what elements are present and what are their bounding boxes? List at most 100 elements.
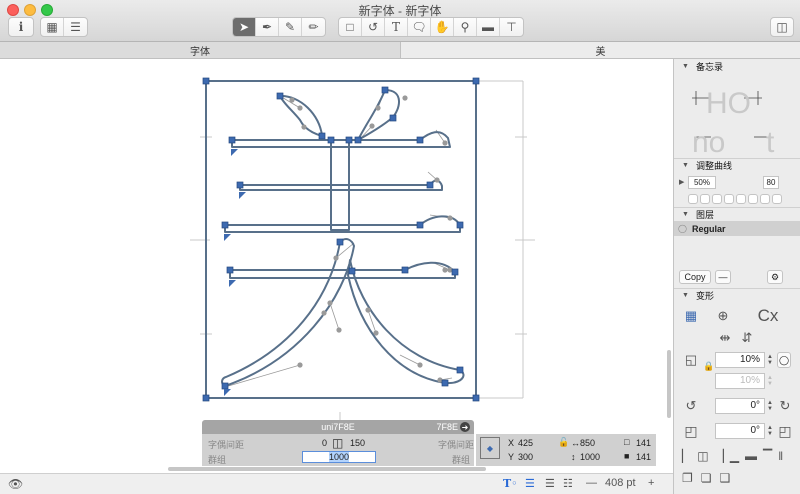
align-top-icon[interactable]: ▔ xyxy=(763,449,772,463)
notes-title: 备忘录 xyxy=(695,61,723,72)
glyph-width-field[interactable]: 1000 xyxy=(302,451,376,463)
lock-icon[interactable]: 🔓 xyxy=(558,437,569,448)
crosshair-icon[interactable]: ⊕ xyxy=(714,307,732,325)
disclosure-triangle-icon[interactable]: ▼ xyxy=(682,211,689,218)
disclosure-triangle-icon[interactable]: ▼ xyxy=(682,162,689,169)
sidebar-toggle-icon[interactable]: ◫ xyxy=(770,17,794,37)
glyph-name[interactable]: uni7F8E xyxy=(321,422,355,432)
lsb-value[interactable]: 0 xyxy=(322,438,327,448)
align-right-icon[interactable]: ☰ xyxy=(545,477,555,490)
preview-eye-icon[interactable]: 👁 xyxy=(8,477,23,491)
tab-font[interactable]: 字体 xyxy=(0,42,401,58)
notes-section-header[interactable]: ▼ 备忘录 xyxy=(674,59,800,73)
align-bottom-icon[interactable]: ▁ xyxy=(730,449,739,463)
zoom-in-button[interactable]: + xyxy=(648,477,654,489)
scale-up-button[interactable]: ◯ xyxy=(777,352,791,368)
transform-section-header[interactable]: ▼ 变形 xyxy=(674,288,800,302)
shape-tools-group: □ ↺ T 🗨 ✋ ⚲ ▬ ⊤ xyxy=(338,17,524,37)
intersect-icon[interactable]: ❑ xyxy=(720,471,731,485)
zoom-out-button[interactable]: — xyxy=(586,477,597,489)
text-tool-icon[interactable]: T xyxy=(385,18,408,36)
scale-vertical-stepper[interactable]: ▲ ▼ xyxy=(766,373,774,389)
measure-tool-icon[interactable]: ▬ xyxy=(477,18,500,36)
flip-horizontal-icon[interactable]: ⇹ xyxy=(718,330,732,345)
selection-height[interactable]: 1000 xyxy=(580,452,600,462)
curve-preset-button[interactable] xyxy=(688,194,698,204)
unicode-value[interactable]: 7F8E xyxy=(436,422,458,432)
slant-left-icon[interactable]: ◰ xyxy=(683,423,699,439)
align-center-h-icon[interactable]: ◫ xyxy=(697,449,708,463)
vertical-scrollbar[interactable] xyxy=(667,350,671,418)
scale-field-vertical[interactable]: 10% xyxy=(715,373,765,389)
pen-tool-icon[interactable]: ✒ xyxy=(256,18,279,36)
zoom-tool-icon[interactable]: ⚲ xyxy=(454,18,477,36)
pencil-tool-icon[interactable]: ✏ xyxy=(302,18,325,36)
disclosure-triangle-icon[interactable]: ▼ xyxy=(682,292,689,299)
grid-view-icon[interactable]: ▦ xyxy=(41,18,64,36)
slant-field[interactable]: 0° xyxy=(715,423,765,439)
curve-preset-button[interactable] xyxy=(748,194,758,204)
align-left-icon[interactable]: ☰ xyxy=(525,477,535,490)
align-right-edge-icon[interactable]: ▕ xyxy=(715,449,724,463)
curve-value-field[interactable]: 80 xyxy=(763,176,779,189)
selection-coordinates: ◆ X 425 Y 300 🔓 ↔ 850 ↕ 1000 □ 141 ■ 141 xyxy=(476,434,656,466)
curve-section-header[interactable]: ▼ 调整曲线 xyxy=(674,158,800,172)
scale-stepper[interactable]: ▲ ▼ xyxy=(766,352,774,368)
annotation-tool-icon[interactable]: 🗨 xyxy=(408,18,431,36)
type-spacing-icon[interactable]: ⊤ xyxy=(500,18,523,36)
curve-preset-button[interactable] xyxy=(724,194,734,204)
align-justify-icon[interactable]: ☷ xyxy=(563,477,573,490)
copy-layer-button[interactable]: Copy xyxy=(679,270,711,284)
layers-section-header[interactable]: ▼ 图层 xyxy=(674,207,800,221)
anchor-grid-icon[interactable]: ◆ xyxy=(480,437,500,459)
rotate-cw-icon[interactable]: ↻ xyxy=(777,398,793,414)
glyph-edit-canvas[interactable] xyxy=(0,59,673,473)
slant-right-icon[interactable]: ◰ xyxy=(777,423,793,439)
tab-glyph[interactable]: 美 xyxy=(401,42,800,58)
width-adjust-icon[interactable]: ◫ xyxy=(332,436,343,450)
disclosure-triangle-icon[interactable]: ▼ xyxy=(682,63,689,70)
text-preview-icon[interactable]: T◦ xyxy=(503,477,518,490)
selection-width[interactable]: 850 xyxy=(580,438,595,448)
rotate-stepper[interactable]: ▲ ▼ xyxy=(766,398,774,414)
flip-vertical-icon[interactable]: ⇵ xyxy=(740,330,754,345)
curve-expand-icon[interactable]: ▶ xyxy=(679,178,684,186)
layer-visibility-icon[interactable]: ◯ xyxy=(678,224,687,233)
height-arrow-icon: ↕ xyxy=(571,452,576,462)
y-value[interactable]: 300 xyxy=(518,452,533,462)
origin-grid-icon[interactable]: ▦ xyxy=(682,307,700,325)
distribute-icon[interactable]: ‖ xyxy=(778,449,783,463)
curve-preset-button[interactable] xyxy=(700,194,710,204)
node-count-2: 141 xyxy=(636,452,652,462)
union-icon[interactable]: ❐ xyxy=(682,471,693,485)
curve-percent-field[interactable]: 50% xyxy=(688,176,716,189)
rotate-field[interactable]: 0° xyxy=(715,398,765,414)
select-tool-icon[interactable]: ➤ xyxy=(233,18,256,36)
curve-preset-button[interactable] xyxy=(772,194,782,204)
subtract-icon[interactable]: ❏ xyxy=(701,471,712,485)
align-left-edge-icon[interactable]: ▏ xyxy=(682,449,691,463)
info-button[interactable]: i xyxy=(8,17,34,37)
hand-tool-icon[interactable]: ✋ xyxy=(431,18,454,36)
curve-preset-button[interactable] xyxy=(736,194,746,204)
width-value[interactable]: 150 xyxy=(350,438,365,448)
align-middle-icon[interactable]: ▬ xyxy=(745,449,757,463)
list-view-icon[interactable]: ☰ xyxy=(64,18,87,36)
rotate-tool-icon[interactable]: ↺ xyxy=(362,18,385,36)
remove-layer-button[interactable]: — xyxy=(715,270,731,284)
horizontal-scrollbar[interactable] xyxy=(168,467,486,471)
scale-lock-icon[interactable]: 🔒 xyxy=(703,361,714,371)
layer-settings-gear-icon[interactable]: ⚙ xyxy=(767,270,783,284)
slant-stepper[interactable]: ▲ ▼ xyxy=(766,423,774,439)
rectangle-tool-icon[interactable]: □ xyxy=(339,18,362,36)
go-arrow-icon[interactable]: ➜ xyxy=(460,422,470,432)
scale-field[interactable]: 10% xyxy=(715,352,765,368)
curve-preset-button[interactable] xyxy=(712,194,722,204)
rotate-ccw-icon[interactable]: ↺ xyxy=(683,398,699,414)
layer-row-regular[interactable]: ◯ Regular xyxy=(674,221,800,236)
zoom-level[interactable]: 408 pt xyxy=(605,477,636,489)
curve-preset-button[interactable] xyxy=(760,194,770,204)
x-value[interactable]: 425 xyxy=(518,438,533,448)
glyph-info-header: uni7F8E 7F8E ➜ xyxy=(202,420,474,434)
eraser-tool-icon[interactable]: ✎ xyxy=(279,18,302,36)
